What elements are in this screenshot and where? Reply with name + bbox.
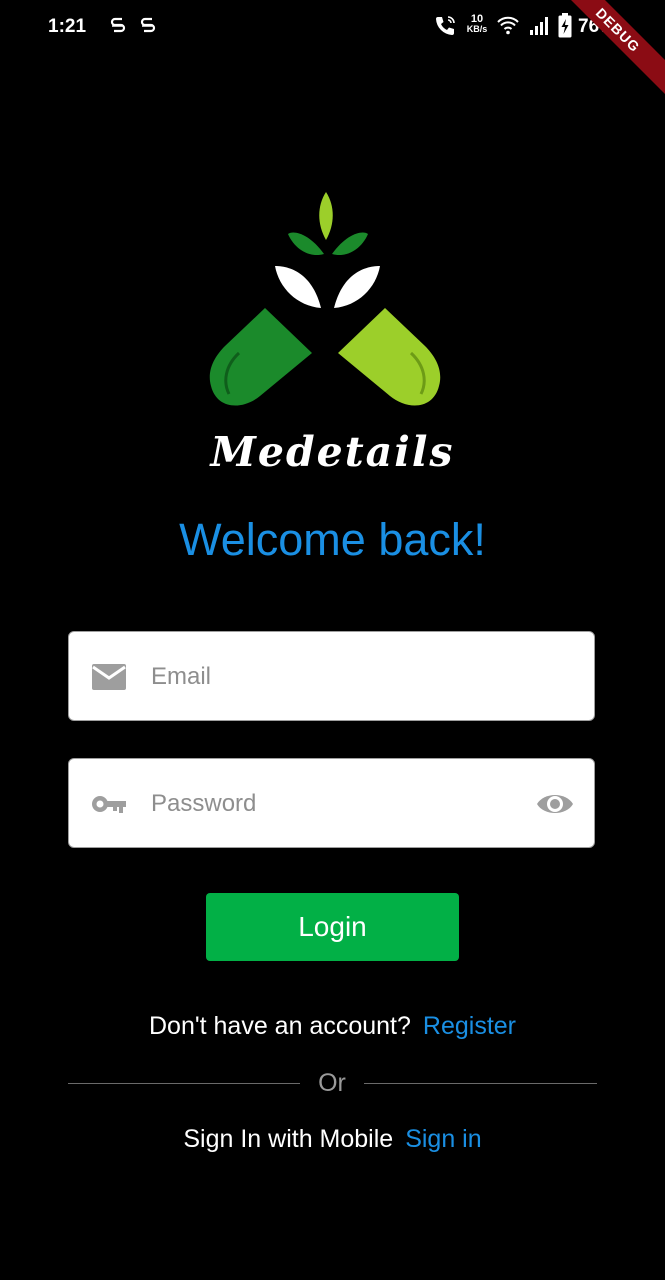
mobile-signin-row: Sign In with Mobile Sign in (0, 1125, 665, 1154)
brand-name: Medetails (210, 428, 455, 476)
divider-line-left (68, 1083, 300, 1084)
email-input[interactable] (149, 654, 513, 700)
password-field[interactable] (68, 758, 595, 848)
key-icon (92, 796, 126, 813)
notification-s-icon (140, 17, 156, 33)
status-time: 1:21 (48, 16, 87, 37)
register-link[interactable]: Register (423, 1012, 516, 1040)
email-field[interactable] (68, 631, 595, 721)
or-label: Or (318, 1069, 346, 1097)
wifi-call-icon (436, 16, 455, 35)
network-speed: 10 KB/s (466, 13, 488, 35)
notification-s-icon (110, 17, 126, 33)
password-input[interactable] (149, 781, 513, 827)
battery-charging-icon (558, 13, 572, 38)
mobile-signin-prompt: Sign In with Mobile (183, 1125, 394, 1153)
eye-icon[interactable] (536, 789, 574, 819)
login-button[interactable]: Login (206, 893, 459, 961)
medetails-logo (209, 192, 441, 406)
status-bar: 1:21 10 KB/s 76% DEBUG (0, 0, 665, 99)
register-prompt: Don't have an account? (149, 1012, 411, 1040)
welcome-heading: Welcome back! (179, 514, 486, 565)
email-icon (92, 664, 126, 690)
divider-line-right (364, 1083, 597, 1084)
wifi-icon (497, 16, 519, 35)
mobile-signin-link[interactable]: Sign in (405, 1125, 481, 1153)
signal-icon (530, 17, 548, 35)
register-row: Don't have an account? Register (0, 1012, 665, 1041)
